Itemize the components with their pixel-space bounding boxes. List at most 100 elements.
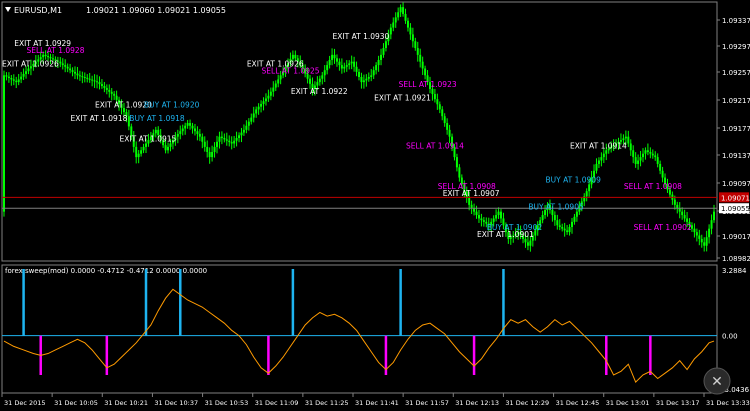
- candle-body: [191, 125, 194, 129]
- candle-body: [605, 150, 608, 154]
- candle-body: [602, 153, 605, 158]
- indicator-axis-zero: 0.00: [722, 333, 738, 341]
- candle-body: [110, 91, 113, 94]
- candle-body: [309, 78, 312, 84]
- signal-label: BUY AT 1.0918: [129, 114, 185, 123]
- price-tick-label: 1.09337: [722, 17, 750, 25]
- candle-body: [585, 191, 588, 197]
- candle-body: [93, 80, 96, 82]
- candle-body: [184, 125, 187, 129]
- candle-body: [656, 157, 659, 164]
- candle-body: [394, 17, 397, 23]
- signal-label: SELL AT 1.0914: [406, 141, 464, 150]
- candle-body: [475, 211, 478, 216]
- candle-body: [441, 109, 444, 117]
- candle-body: [25, 71, 28, 74]
- candle-body: [103, 86, 106, 88]
- candle-body: [340, 65, 343, 69]
- candle-body: [12, 79, 15, 81]
- candle-body: [142, 146, 145, 151]
- time-tick-label: 31 Dec 11:25: [305, 399, 349, 407]
- candle-body: [135, 146, 138, 158]
- price-tick-label: 1.09217: [722, 97, 750, 105]
- candle-body: [88, 78, 91, 80]
- candle-body: [20, 76, 23, 80]
- candle-body: [252, 113, 255, 118]
- candle-body: [71, 70, 74, 72]
- time-tick-label: 31 Dec 11:09: [255, 399, 299, 407]
- candle-body: [651, 153, 654, 156]
- candle-body: [431, 88, 434, 95]
- signal-label: SELL AT 1.0908: [624, 182, 682, 191]
- candle-body: [693, 228, 696, 233]
- candle-body: [196, 131, 199, 134]
- candle-body: [201, 136, 204, 142]
- signal-label: BUY AT 1.0920: [144, 100, 200, 109]
- candle-body: [698, 235, 701, 239]
- candle-body: [240, 132, 243, 136]
- candle-body: [179, 131, 182, 134]
- candle-body: [74, 71, 76, 74]
- candle-body: [61, 63, 64, 66]
- candle-body: [624, 136, 627, 139]
- candle-body: [333, 54, 336, 59]
- candle-body: [86, 77, 89, 79]
- candle-body: [353, 61, 356, 67]
- candle-body: [345, 65, 348, 67]
- candle-body: [708, 228, 711, 238]
- signal-label: BUY AT 1.0909: [546, 175, 602, 184]
- candle-body: [646, 150, 649, 152]
- candle-body: [639, 157, 642, 161]
- candle-body: [595, 163, 598, 171]
- candle-body: [260, 103, 263, 107]
- candle-body: [15, 80, 18, 83]
- candle-body: [365, 78, 368, 81]
- candle-body: [198, 133, 201, 137]
- candle-body: [480, 218, 483, 221]
- candle-body: [482, 220, 485, 222]
- candle-body: [105, 87, 108, 90]
- candle-body: [622, 138, 625, 141]
- candle-body: [115, 95, 118, 100]
- candle-body: [323, 70, 326, 76]
- symbol-timeframe: EURUSD,M1: [14, 6, 62, 15]
- candle-body: [500, 211, 502, 219]
- candle-body: [100, 84, 103, 87]
- chart-window[interactable]: EXIT AT 1.0929SELL AT 1.0928EXIT AT 1.09…: [0, 0, 750, 411]
- candle-body: [181, 128, 184, 132]
- magnifier-icon[interactable]: ✕: [703, 367, 731, 395]
- signal-label: EXIT AT 1.0918: [71, 114, 128, 123]
- time-tick-label: 31 Dec 12:29: [505, 399, 549, 407]
- candle-body: [360, 77, 363, 83]
- candle-body: [343, 66, 346, 69]
- candle-body: [649, 151, 652, 154]
- candle-body: [10, 78, 13, 80]
- signal-label: SELL AT 1.0902: [634, 223, 692, 232]
- candle-body: [83, 77, 86, 79]
- candle-body: [321, 75, 324, 79]
- candle-body: [228, 140, 231, 143]
- candle-body: [644, 150, 647, 154]
- candle-body: [705, 237, 708, 246]
- price-tick-label: 1.09137: [722, 152, 750, 160]
- candle-body: [272, 87, 275, 92]
- price-tick-label: 1.09097: [722, 180, 750, 188]
- indicator-axis-top: 3.2884: [722, 267, 747, 275]
- candle-body: [470, 204, 473, 209]
- candle-body: [477, 215, 480, 219]
- candle-body: [274, 83, 277, 88]
- candle-body: [211, 151, 214, 158]
- candle-body: [59, 61, 62, 64]
- candle-body: [561, 226, 564, 229]
- candle-body: [683, 215, 686, 219]
- candle-body: [473, 208, 476, 212]
- candle-body: [389, 27, 392, 35]
- candle-body: [524, 238, 527, 243]
- candle-body: [176, 133, 179, 137]
- candle-body: [377, 59, 380, 66]
- candle-body: [438, 104, 441, 110]
- candle-body: [44, 54, 47, 56]
- candle-body: [233, 140, 236, 144]
- candle-body: [245, 125, 248, 130]
- candle-body: [17, 79, 20, 83]
